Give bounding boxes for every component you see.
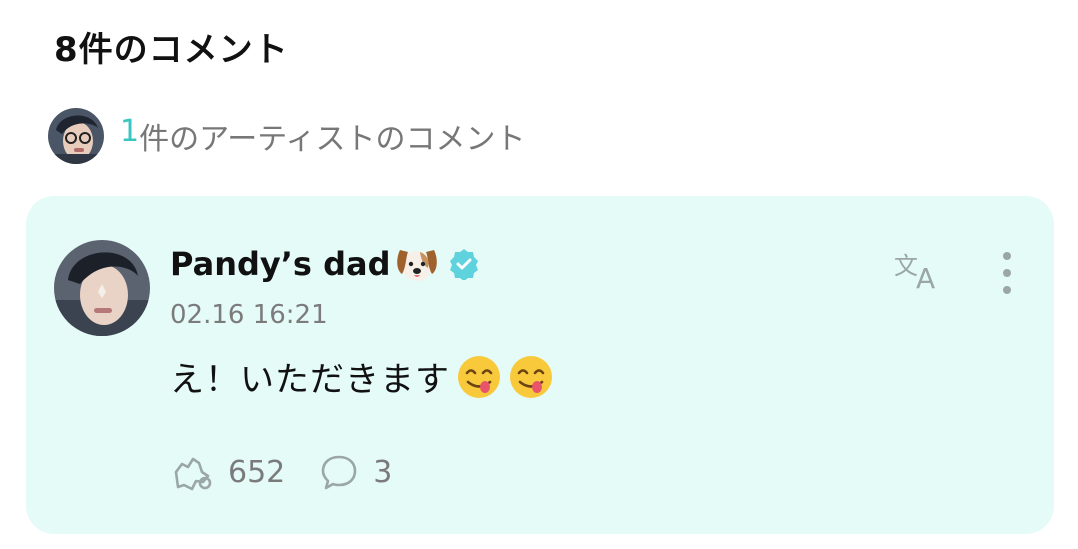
comment-text: え！いただきます (170, 360, 450, 400)
comment-actions: 652 3 (170, 452, 392, 492)
translate-icon[interactable]: 文 A (892, 248, 948, 296)
svg-text:文: 文 (894, 252, 918, 280)
like-icon (174, 457, 212, 491)
comment-timestamp: 02.16 16:21 (170, 300, 328, 330)
more-vertical-icon[interactable] (992, 248, 1022, 300)
like-button[interactable]: 652 (170, 452, 285, 492)
verified-badge-icon (448, 248, 480, 281)
author-avatar[interactable] (54, 240, 150, 336)
svg-text:A: A (916, 262, 935, 295)
face-savoring-food-icon (456, 354, 502, 400)
reply-button[interactable]: 3 (319, 452, 392, 492)
like-count: 652 (228, 454, 286, 490)
artist-comments-label: 1 件のアーティストのコメント (120, 114, 526, 158)
artist-comment-card: Pandy’s dad 02.16 16:21 え！いただきます 文 A 652… (26, 196, 1054, 534)
dog-face-icon (394, 244, 440, 284)
author-name[interactable]: Pandy’s dad (170, 245, 390, 283)
artist-comments-link[interactable]: 1 件のアーティストのコメント (48, 108, 526, 164)
reply-bubble-icon (321, 455, 357, 490)
comment-body: え！いただきます (170, 352, 554, 401)
artist-avatar (48, 108, 104, 164)
artist-comments-count: 1 (120, 114, 140, 149)
comments-title: 8件のコメント (54, 30, 289, 70)
face-savoring-food-icon (508, 354, 554, 400)
author-row: Pandy’s dad (170, 244, 480, 284)
artist-comments-text: 件のアーティストのコメント (139, 122, 526, 157)
reply-count: 3 (373, 454, 393, 490)
